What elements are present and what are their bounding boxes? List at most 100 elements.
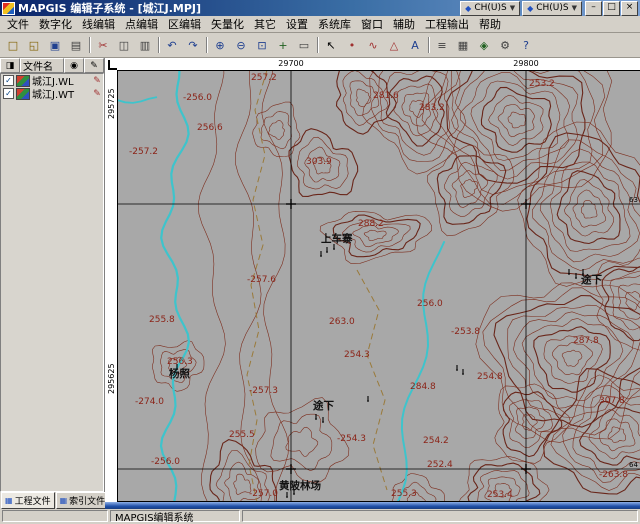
settings-button[interactable]: ⚙: [495, 35, 515, 55]
menu-item-8[interactable]: 设置: [281, 15, 313, 33]
tree-column-icon[interactable]: ◨: [0, 58, 20, 73]
elevation-label: -274.0: [135, 397, 164, 407]
elevation-label: 255.8: [149, 315, 175, 325]
visibility-column-icon[interactable]: ◉: [64, 58, 84, 73]
status-cell-left: [2, 510, 108, 522]
menu-item-10[interactable]: 窗口: [356, 15, 388, 33]
toolbar-separator: [206, 37, 207, 53]
main-toolbar: □◱▣▤ ✂◫▥ ↶↷ ⊕⊖⊡+▭ ↖•∿△A ≡▦◈⚙?: [0, 33, 640, 58]
menu-item-7[interactable]: 其它: [249, 15, 281, 33]
elevation-label: 283.2: [419, 103, 445, 113]
elevation-label: 257.2: [251, 73, 277, 83]
ime-button-2[interactable]: ◆CH(U)S▼: [522, 1, 582, 16]
elevation-label: -263.8: [599, 470, 628, 480]
polygon-edit-button[interactable]: △: [384, 35, 404, 55]
horizontal-scrollbar[interactable]: [105, 502, 640, 509]
elevation-label: -257.3: [249, 386, 278, 396]
status-message: MAPGIS编辑系统: [110, 510, 240, 522]
menu-item-13[interactable]: 帮助: [474, 15, 506, 33]
map-canvas[interactable]: 257.2-256.0281.6283.2253.2256.6-257.2303…: [117, 70, 640, 502]
layers-button[interactable]: ≡: [432, 35, 452, 55]
menu-item-3[interactable]: 线编辑: [77, 15, 120, 33]
elevation-label: 254.2: [423, 436, 449, 446]
elevation-label: 281.6: [373, 91, 399, 101]
ime-button-1[interactable]: ◆CH(U)S▼: [460, 1, 520, 16]
new-file-button[interactable]: □: [3, 35, 23, 55]
menu-item-12[interactable]: 工程输出: [420, 15, 474, 33]
layer-list: ✓城江J.WL✎✓城江J.WT✎: [0, 73, 104, 492]
zoom-in-button[interactable]: ⊕: [210, 35, 230, 55]
menu-item-5[interactable]: 区编辑: [163, 15, 206, 33]
chevron-down-icon: ▼: [572, 4, 577, 12]
paste-button[interactable]: ▥: [135, 35, 155, 55]
layer-name: 城江J.WT: [32, 86, 89, 101]
layer-row[interactable]: ✓城江J.WT✎: [1, 87, 103, 100]
minimize-button[interactable]: –: [585, 1, 602, 16]
ime-icon: ◆: [465, 4, 471, 13]
menu-item-4[interactable]: 点编辑: [120, 15, 163, 33]
place-name-label: 途下: [581, 273, 602, 286]
tab-project-file[interactable]: ▦工程文件: [1, 492, 55, 509]
maximize-button[interactable]: □: [603, 1, 620, 16]
elevation-label: -257.0: [249, 489, 278, 499]
line-edit-button[interactable]: ∿: [363, 35, 383, 55]
menu-item-6[interactable]: 矢量化: [206, 15, 249, 33]
chevron-down-icon: ▼: [510, 4, 515, 12]
print-button[interactable]: ▤: [66, 35, 86, 55]
point-edit-button[interactable]: •: [342, 35, 362, 55]
panel-tabs: ▦工程文件▦索引文件: [0, 492, 104, 509]
elevation-label: 303.9: [306, 157, 332, 167]
zoom-window-button[interactable]: ⊡: [252, 35, 272, 55]
main-content: ◨ 文件名 ◉ ✎ ✓城江J.WL✎✓城江J.WT✎ ▦工程文件▦索引文件 29…: [0, 58, 640, 509]
toolbar-separator: [428, 37, 429, 53]
file-name-column-header[interactable]: 文件名: [20, 58, 64, 73]
app-icon: [2, 2, 15, 15]
toolbar-separator: [89, 37, 90, 53]
elevation-label: 256.6: [197, 123, 223, 133]
window-controls: –□×: [585, 1, 638, 16]
elevation-label: -256.0: [151, 457, 180, 467]
cut-button[interactable]: ✂: [93, 35, 113, 55]
grid-x-coordinate-label: 29700: [278, 59, 303, 68]
layer-icon: [16, 88, 30, 100]
tab-index-file[interactable]: ▦索引文件: [56, 492, 110, 509]
redo-button[interactable]: ↷: [183, 35, 203, 55]
undo-button[interactable]: ↶: [162, 35, 182, 55]
open-file-button[interactable]: ◱: [24, 35, 44, 55]
grid-y-coordinate-label: 295725: [107, 88, 116, 119]
layer-checkbox[interactable]: ✓: [3, 88, 14, 99]
close-button[interactable]: ×: [621, 1, 638, 16]
elevation-label: 288.2: [358, 219, 384, 229]
menu-item-1[interactable]: 文件: [2, 15, 34, 33]
elevation-label: 254.3: [344, 350, 370, 360]
ruler-left: 295725295625: [105, 70, 117, 502]
menu-item-9[interactable]: 系统库: [313, 15, 356, 33]
layer-edit-state-icon: ✎: [91, 76, 103, 86]
zoom-out-button[interactable]: ⊖: [231, 35, 251, 55]
place-name-label: 上车寨: [321, 232, 353, 245]
map-sheet-tick-label: 64: [629, 461, 638, 469]
pan-button[interactable]: +: [273, 35, 293, 55]
grid-x-coordinate-label: 29800: [513, 59, 538, 68]
panel-header: ◨ 文件名 ◉ ✎: [0, 58, 104, 73]
menu-item-2[interactable]: 数字化: [34, 15, 77, 33]
elevation-label: -257.2: [129, 147, 158, 157]
select-button[interactable]: ↖: [321, 35, 341, 55]
layer-checkbox[interactable]: ✓: [3, 75, 14, 86]
snap-button[interactable]: ◈: [474, 35, 494, 55]
save-file-button[interactable]: ▣: [45, 35, 65, 55]
text-edit-button[interactable]: A: [405, 35, 425, 55]
file-tab-icon: ▦: [5, 496, 13, 505]
help-button[interactable]: ?: [516, 35, 536, 55]
elevation-label: 256.0: [417, 299, 443, 309]
copy-button[interactable]: ◫: [114, 35, 134, 55]
menu-bar: 文件数字化线编辑点编辑区编辑矢量化其它设置系统库窗口辅助工程输出帮助: [0, 16, 640, 33]
project-panel: ◨ 文件名 ◉ ✎ ✓城江J.WL✎✓城江J.WT✎ ▦工程文件▦索引文件: [0, 58, 105, 509]
menu-item-11[interactable]: 辅助: [388, 15, 420, 33]
attribute-table-button[interactable]: ▦: [453, 35, 473, 55]
ime-label: CH(U)S: [536, 3, 568, 13]
toolbar-separator: [317, 37, 318, 53]
map-corner-mark: [108, 60, 117, 70]
full-extent-button[interactable]: ▭: [294, 35, 314, 55]
edit-column-icon[interactable]: ✎: [84, 58, 104, 73]
